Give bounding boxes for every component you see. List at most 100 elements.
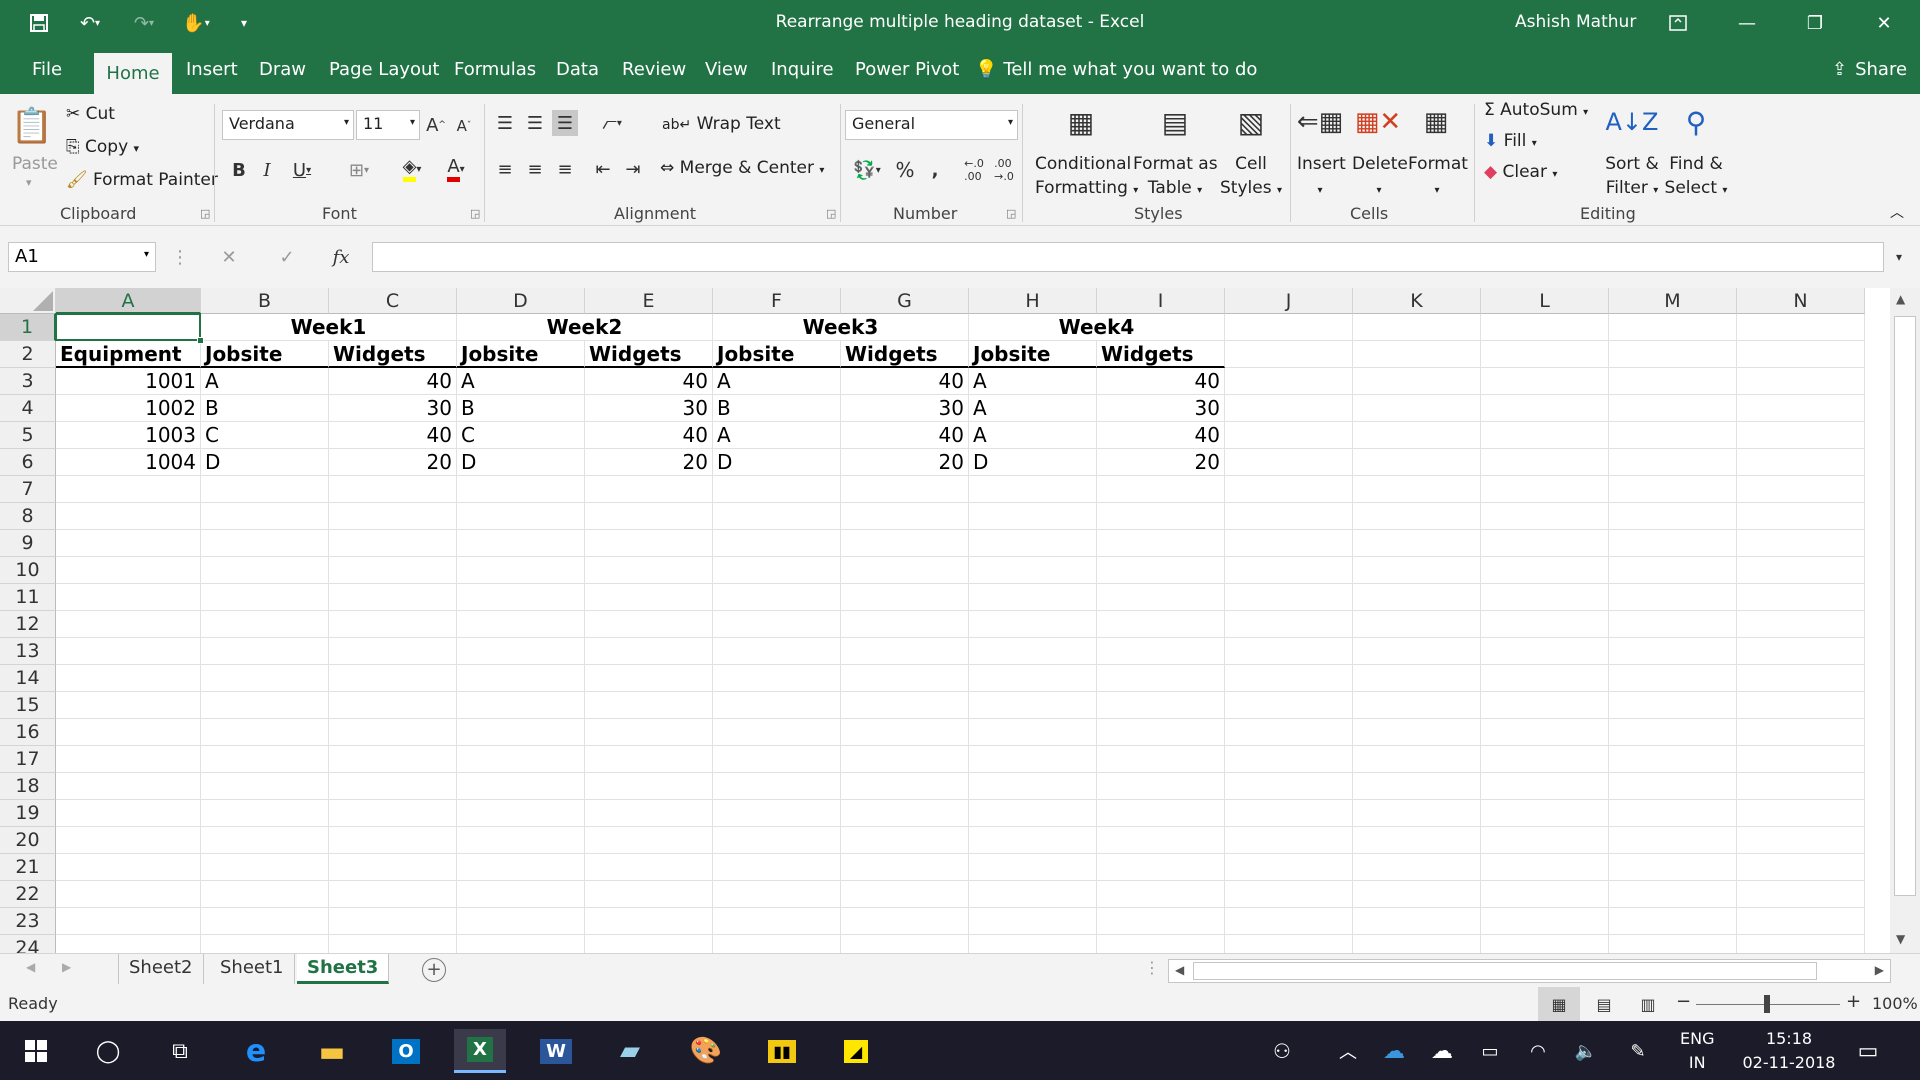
empty-cell[interactable] bbox=[1481, 584, 1609, 611]
empty-cell[interactable] bbox=[1481, 530, 1609, 557]
field-header[interactable]: Widgets bbox=[841, 341, 969, 368]
empty-cell[interactable] bbox=[1097, 773, 1225, 800]
empty-cell[interactable] bbox=[1225, 692, 1353, 719]
merge-center-button[interactable]: ⇔ Merge & Center ▾ bbox=[660, 158, 824, 178]
empty-cell[interactable] bbox=[1609, 665, 1737, 692]
empty-cell[interactable] bbox=[1353, 881, 1481, 908]
empty-cell[interactable] bbox=[457, 746, 585, 773]
power-bi-icon[interactable]: ▮▮ bbox=[756, 1029, 808, 1073]
empty-cell[interactable] bbox=[201, 935, 329, 953]
empty-cell[interactable] bbox=[1225, 530, 1353, 557]
empty-cell[interactable] bbox=[1225, 557, 1353, 584]
empty-cell[interactable] bbox=[1225, 908, 1353, 935]
font-launcher-icon[interactable]: ◲ bbox=[470, 207, 480, 220]
minimize-icon[interactable]: — bbox=[1727, 6, 1767, 40]
empty-cell[interactable] bbox=[1737, 746, 1865, 773]
empty-cell[interactable] bbox=[1353, 611, 1481, 638]
row-header-11[interactable]: 11 bbox=[0, 584, 56, 611]
empty-cell[interactable] bbox=[713, 557, 841, 584]
excel-icon[interactable]: X bbox=[454, 1029, 506, 1073]
empty-cell[interactable] bbox=[1225, 368, 1353, 395]
row-header-1[interactable]: 1 bbox=[0, 314, 56, 341]
empty-cell[interactable] bbox=[1481, 476, 1609, 503]
empty-cell[interactable] bbox=[585, 557, 713, 584]
empty-cell[interactable] bbox=[1097, 935, 1225, 953]
empty-cell[interactable] bbox=[1737, 827, 1865, 854]
empty-cell[interactable] bbox=[1481, 557, 1609, 584]
wifi-icon[interactable]: ◠ bbox=[1518, 1029, 1558, 1073]
field-header[interactable]: Widgets bbox=[329, 341, 457, 368]
empty-cell[interactable] bbox=[969, 557, 1097, 584]
align-right-icon[interactable]: ≡ bbox=[552, 156, 578, 182]
empty-cell[interactable] bbox=[1481, 422, 1609, 449]
conditional-formatting-icon[interactable]: ▦ bbox=[1058, 100, 1104, 144]
cut-button[interactable]: ✂ Cut bbox=[66, 104, 115, 124]
empty-cell[interactable] bbox=[969, 908, 1097, 935]
empty-cell[interactable] bbox=[329, 908, 457, 935]
empty-cell[interactable] bbox=[1097, 692, 1225, 719]
column-header-c[interactable]: C bbox=[329, 288, 457, 314]
tell-me-search[interactable]: 💡 Tell me what you want to do bbox=[975, 59, 1257, 80]
tab-split-handle-icon[interactable]: ⋮ bbox=[1144, 958, 1160, 977]
empty-cell[interactable] bbox=[585, 881, 713, 908]
increase-decimal-icon[interactable]: ←.0.00 bbox=[960, 156, 988, 184]
data-cell[interactable]: 20 bbox=[585, 449, 713, 476]
empty-cell[interactable] bbox=[1609, 584, 1737, 611]
empty-cell[interactable] bbox=[457, 773, 585, 800]
restore-icon[interactable]: ❐ bbox=[1795, 6, 1835, 40]
empty-cell[interactable] bbox=[713, 611, 841, 638]
empty-cell[interactable] bbox=[1353, 854, 1481, 881]
fill-button[interactable]: ⬇ Fill ▾ bbox=[1484, 131, 1537, 151]
increase-indent-icon[interactable]: ⇥ bbox=[620, 156, 646, 182]
empty-cell[interactable] bbox=[969, 665, 1097, 692]
data-cell[interactable]: 1002 bbox=[56, 395, 201, 422]
format-cells-button[interactable]: Format ▾ bbox=[1408, 152, 1468, 203]
wrap-text-button[interactable]: ab↵ Wrap Text bbox=[662, 114, 781, 134]
align-left-icon[interactable]: ≡ bbox=[492, 156, 518, 182]
data-cell[interactable]: B bbox=[713, 395, 841, 422]
week-header[interactable]: Week1 bbox=[201, 314, 457, 341]
row-header-14[interactable]: 14 bbox=[0, 665, 56, 692]
empty-cell[interactable] bbox=[329, 773, 457, 800]
sort-filter-icon[interactable]: A↓Z bbox=[1606, 100, 1659, 144]
empty-cell[interactable] bbox=[969, 827, 1097, 854]
horizontal-scrollbar[interactable]: ◀ ▶ bbox=[1168, 959, 1891, 983]
empty-cell[interactable] bbox=[969, 881, 1097, 908]
row-header-17[interactable]: 17 bbox=[0, 746, 56, 773]
week-header[interactable]: Week3 bbox=[713, 314, 969, 341]
field-header[interactable]: Jobsite bbox=[969, 341, 1097, 368]
week-header[interactable]: Week4 bbox=[969, 314, 1225, 341]
zoom-level[interactable]: 100% bbox=[1872, 994, 1918, 1013]
tab-file[interactable]: File bbox=[32, 59, 62, 80]
empty-cell[interactable] bbox=[1737, 881, 1865, 908]
empty-cell[interactable] bbox=[585, 503, 713, 530]
row-header-18[interactable]: 18 bbox=[0, 773, 56, 800]
empty-cell[interactable] bbox=[1609, 638, 1737, 665]
empty-cell[interactable] bbox=[1737, 692, 1865, 719]
empty-cell[interactable] bbox=[1097, 800, 1225, 827]
empty-cell[interactable] bbox=[969, 692, 1097, 719]
empty-cell[interactable] bbox=[841, 908, 969, 935]
empty-cell[interactable] bbox=[1225, 584, 1353, 611]
data-cell[interactable]: 40 bbox=[1097, 368, 1225, 395]
empty-cell[interactable] bbox=[329, 503, 457, 530]
data-cell[interactable]: 30 bbox=[1097, 395, 1225, 422]
empty-cell[interactable] bbox=[329, 692, 457, 719]
empty-cell[interactable] bbox=[56, 692, 201, 719]
onedrive-personal-icon[interactable]: ☁ bbox=[1422, 1029, 1462, 1073]
zoom-in-icon[interactable]: + bbox=[1846, 991, 1861, 1012]
empty-cell[interactable] bbox=[841, 665, 969, 692]
empty-cell[interactable] bbox=[1097, 503, 1225, 530]
empty-cell[interactable] bbox=[1353, 800, 1481, 827]
confirm-entry-icon[interactable]: ✓ bbox=[272, 242, 302, 272]
field-header[interactable]: Equipment bbox=[56, 341, 201, 368]
empty-cell[interactable] bbox=[329, 665, 457, 692]
empty-cell[interactable] bbox=[56, 746, 201, 773]
empty-cell[interactable] bbox=[1097, 908, 1225, 935]
empty-cell[interactable] bbox=[457, 665, 585, 692]
row-header-8[interactable]: 8 bbox=[0, 503, 56, 530]
data-cell[interactable]: 1004 bbox=[56, 449, 201, 476]
empty-cell[interactable] bbox=[56, 881, 201, 908]
notepad-icon[interactable]: ▰ bbox=[604, 1029, 656, 1073]
decrease-decimal-icon[interactable]: .00 →.0 bbox=[990, 156, 1018, 184]
